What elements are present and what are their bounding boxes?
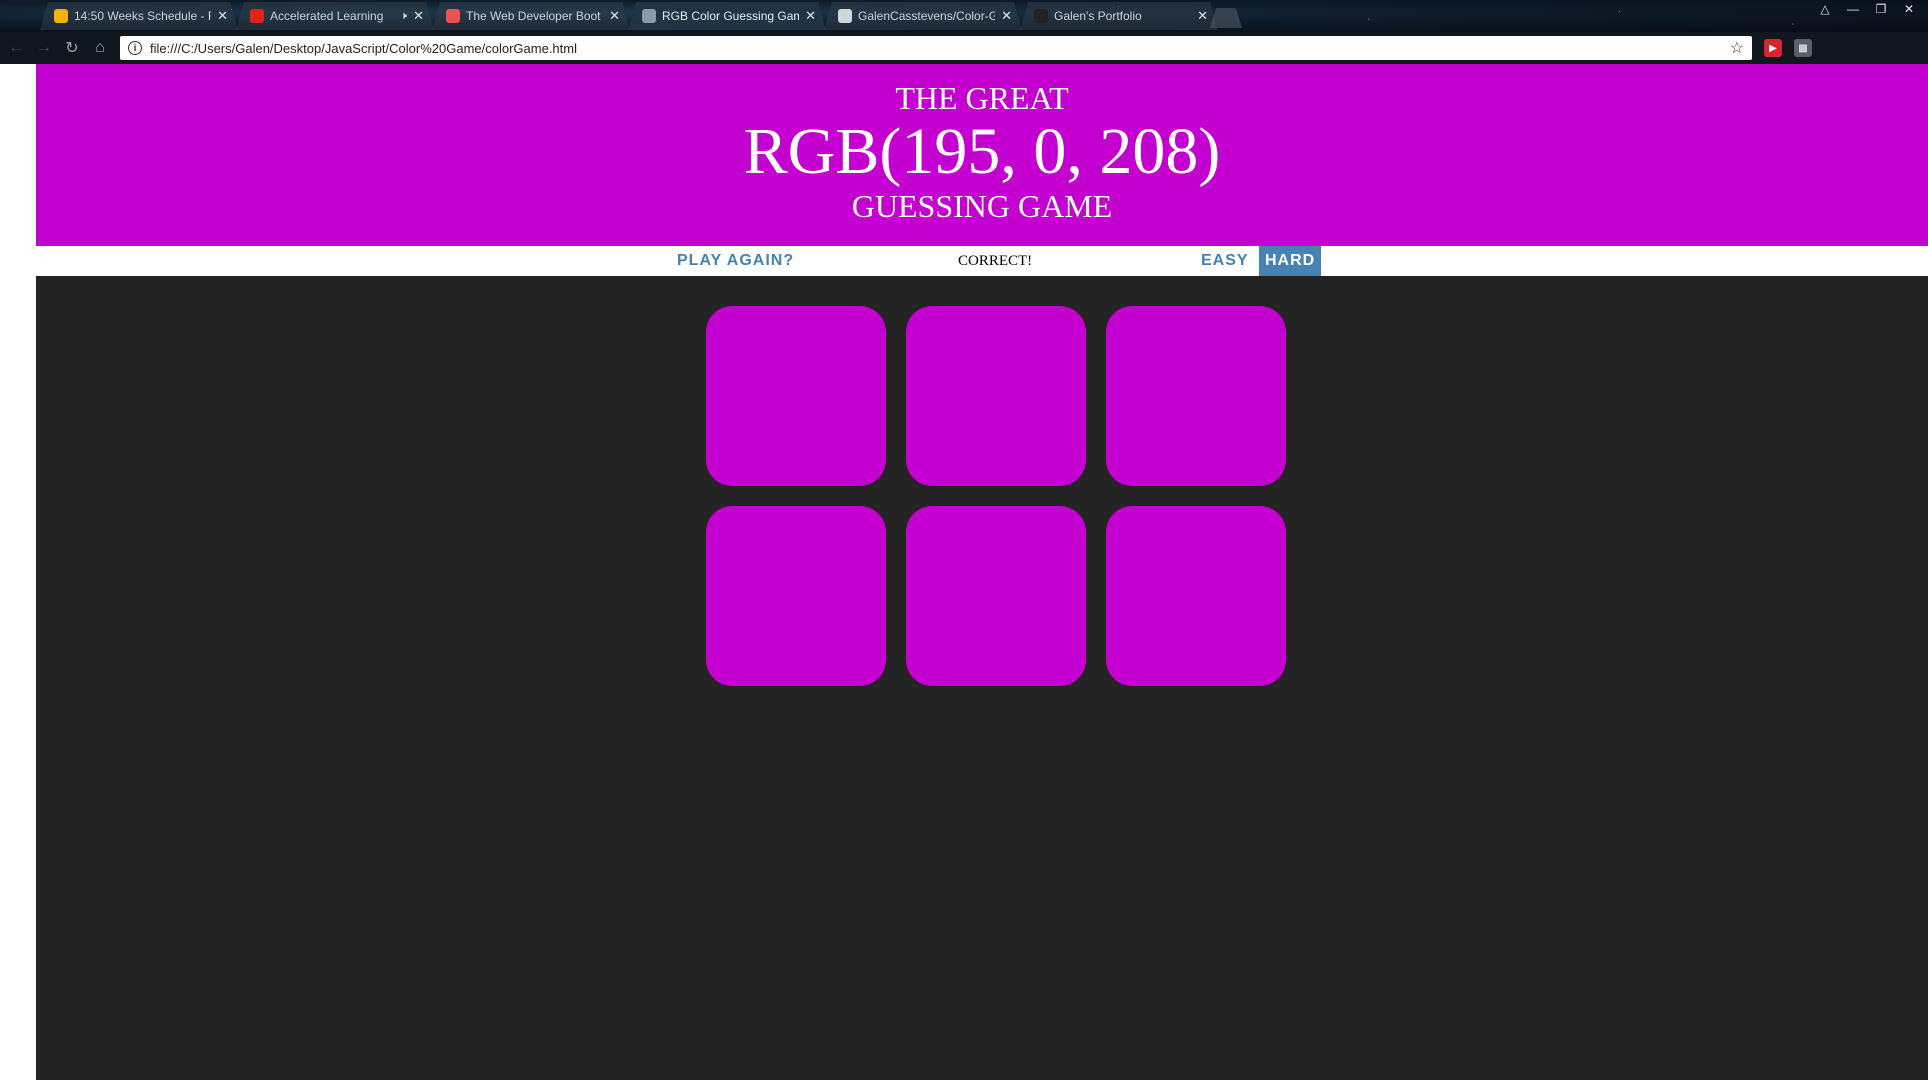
profile-icon[interactable]: △ (1812, 0, 1838, 18)
color-square-grid (706, 306, 1306, 686)
control-stripe: PLAY AGAIN? CORRECT! EASY HARD (36, 246, 1928, 276)
play-again-button[interactable]: PLAY AGAIN? (671, 246, 800, 276)
color-square[interactable] (1106, 506, 1286, 686)
easy-mode-button[interactable]: EASY (1195, 246, 1255, 276)
tab-favicon-icon (1034, 9, 1048, 23)
tab-favicon-icon (250, 9, 264, 23)
back-arrow-icon[interactable]: ← (4, 36, 28, 60)
home-icon[interactable]: ⌂ (88, 36, 112, 60)
speaker-muted-icon[interactable]: 🕨 (400, 10, 407, 23)
close-window-icon[interactable]: ✕ (1896, 0, 1922, 18)
tab-close-icon[interactable]: ✕ (1197, 8, 1208, 24)
color-square[interactable] (706, 506, 886, 686)
game-header: THE GREAT RGB(195, 0, 208) GUESSING GAME (36, 64, 1928, 246)
info-icon[interactable]: i (128, 41, 142, 55)
browser-tab[interactable]: The Web Developer Boot ✕ (432, 2, 630, 30)
hard-mode-button[interactable]: HARD (1259, 246, 1322, 276)
game-page: THE GREAT RGB(195, 0, 208) GUESSING GAME… (36, 64, 1928, 1080)
tab-title: Galen's Portfolio (1054, 9, 1142, 23)
extension-gray-icon[interactable]: ▩ (1794, 39, 1812, 57)
tab-favicon-icon (838, 9, 852, 23)
title-top: THE GREAT (895, 80, 1069, 116)
forward-arrow-icon[interactable]: → (32, 36, 56, 60)
tab-title: 14:50 Weeks Schedule - F (74, 9, 212, 23)
browser-tab[interactable]: RGB Color Guessing Gam ✕ (628, 2, 826, 30)
bookmark-star-icon[interactable]: ☆ (1730, 38, 1744, 58)
status-message: CORRECT! (958, 253, 1033, 269)
minimize-icon[interactable]: — (1840, 0, 1866, 18)
address-bar[interactable]: i file:///C:/Users/Galen/Desktop/JavaScr… (120, 36, 1752, 60)
window-controls: △ — ❐ ✕ (1812, 0, 1922, 18)
browser-tab[interactable]: 14:50 Weeks Schedule - F ✕ (40, 2, 238, 30)
tab-close-icon[interactable]: ✕ (805, 8, 816, 24)
tab-favicon-icon (54, 9, 68, 23)
tab-title: RGB Color Guessing Gam (662, 9, 800, 23)
title-bottom: GUESSING GAME (851, 188, 1113, 224)
browser-tab-strip: 14:50 Weeks Schedule - F ✕ Accelerated Lea… (0, 0, 1928, 32)
color-square[interactable] (1106, 306, 1286, 486)
browser-tab[interactable]: Galen's Portfolio ✕ (1020, 2, 1218, 30)
tab-title: The Web Developer Boot (466, 9, 601, 23)
tab-close-icon[interactable]: ✕ (1001, 8, 1012, 24)
address-url[interactable]: file:///C:/Users/Galen/Desktop/JavaScrip… (150, 41, 1730, 56)
rgb-display: RGB(195, 0, 208) (743, 115, 1221, 188)
tab-favicon-icon (642, 9, 656, 23)
browser-tab[interactable]: Accelerated Learning 🕨 ✕ (236, 2, 434, 30)
extension-red-icon[interactable]: ▶ (1764, 39, 1782, 57)
restore-icon[interactable]: ❐ (1868, 0, 1894, 18)
tab-close-icon[interactable]: ✕ (413, 8, 424, 24)
browser-tab[interactable]: GalenCasstevens/Color-G ✕ (824, 2, 1022, 30)
color-square[interactable] (706, 306, 886, 486)
tab-title: Accelerated Learning (270, 9, 384, 23)
reload-icon[interactable]: ↻ (60, 36, 84, 60)
tab-favicon-icon (446, 9, 460, 23)
tab-title: GalenCasstevens/Color-G (858, 9, 996, 23)
tab-close-icon[interactable]: ✕ (609, 8, 620, 24)
browser-toolbar: ← → ↻ ⌂ i file:///C:/Users/Galen/Desktop… (0, 32, 1928, 64)
tab-close-icon[interactable]: ✕ (217, 8, 228, 24)
color-square[interactable] (906, 506, 1086, 686)
color-square[interactable] (906, 306, 1086, 486)
